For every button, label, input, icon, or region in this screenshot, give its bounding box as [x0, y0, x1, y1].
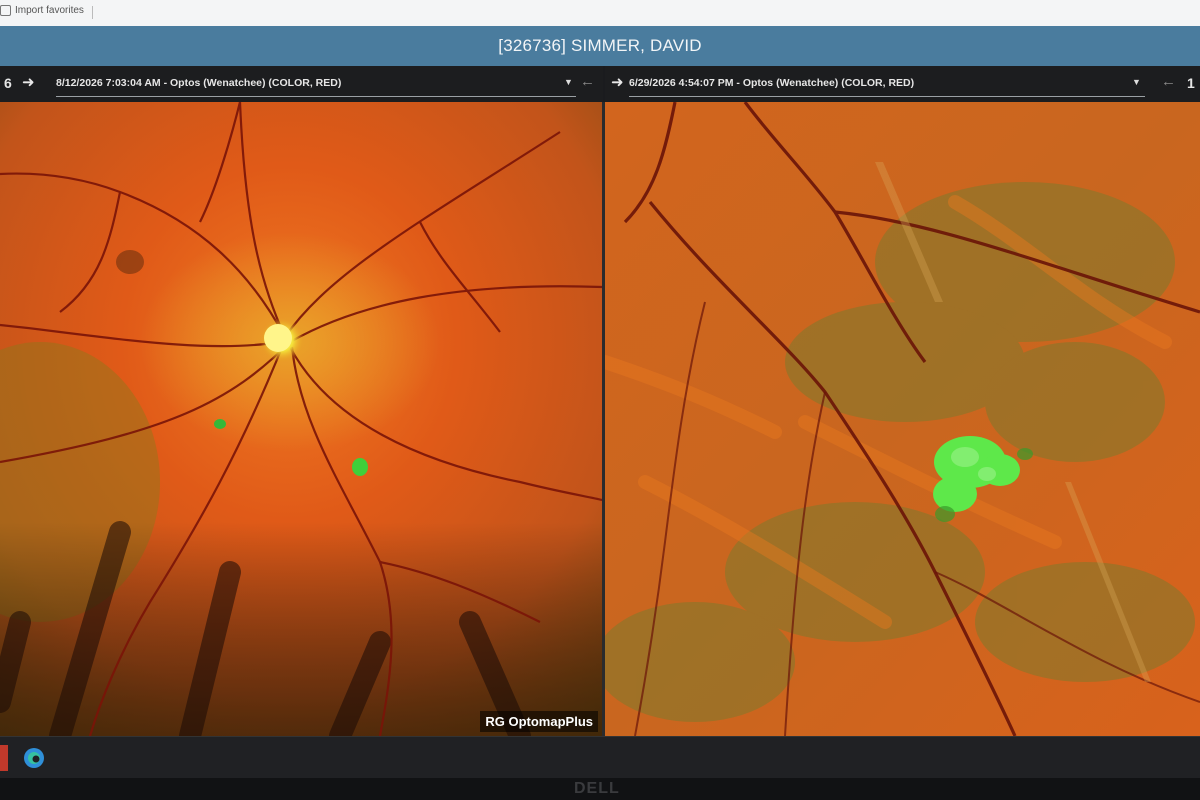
right-fundus-image[interactable]: [605, 102, 1200, 736]
arrow-left-icon[interactable]: ←: [1161, 73, 1176, 90]
caret-down-icon[interactable]: ▼: [1132, 77, 1141, 87]
patient-title: [326736] SIMMER, DAVID: [498, 36, 702, 55]
bookmarks-bar: Import favorites: [0, 0, 1200, 27]
left-viewer-header: 6 ➜ 8/12/2026 7:03:04 AM - Optos (Wenatc…: [0, 66, 603, 102]
left-viewer-index: 6: [4, 75, 12, 91]
bookmark-icon: [0, 5, 11, 16]
left-image-selector[interactable]: 8/12/2026 7:03:04 AM - Optos (Wenatchee)…: [56, 77, 341, 89]
right-image-selector[interactable]: 6/29/2026 4:54:07 PM - Optos (Wenatchee)…: [629, 77, 914, 89]
right-viewer-index: 1: [1187, 75, 1195, 91]
import-favorites-bookmark[interactable]: Import favorites: [0, 5, 84, 16]
monitor-bezel: DΕLL: [0, 778, 1200, 800]
left-fundus-image[interactable]: RG OptomapPlus: [0, 102, 602, 736]
caret-down-icon[interactable]: ▼: [564, 77, 573, 87]
arrow-right-icon[interactable]: ➜: [22, 73, 35, 91]
right-fundus-graphic: [605, 102, 1200, 736]
right-selector-underline: [629, 96, 1145, 97]
dell-logo: DΕLL: [574, 780, 620, 797]
arrow-right-icon[interactable]: ➜: [611, 73, 624, 91]
arrow-left-icon[interactable]: ←: [580, 73, 595, 90]
edge-browser-icon[interactable]: [20, 745, 48, 771]
left-selector-underline: [56, 96, 576, 97]
taskbar: [0, 736, 1200, 779]
left-fundus-graphic: [0, 102, 602, 736]
patient-title-bar: [326736] SIMMER, DAVID: [0, 26, 1200, 66]
right-viewer-header: ➜ 6/29/2026 4:54:07 PM - Optos (Wenatche…: [605, 66, 1200, 102]
optomap-watermark: RG OptomapPlus: [480, 711, 598, 732]
bookmark-label: Import favorites: [15, 5, 84, 16]
taskbar-app-indicator[interactable]: [0, 745, 8, 771]
bookmarks-divider: [92, 6, 93, 19]
